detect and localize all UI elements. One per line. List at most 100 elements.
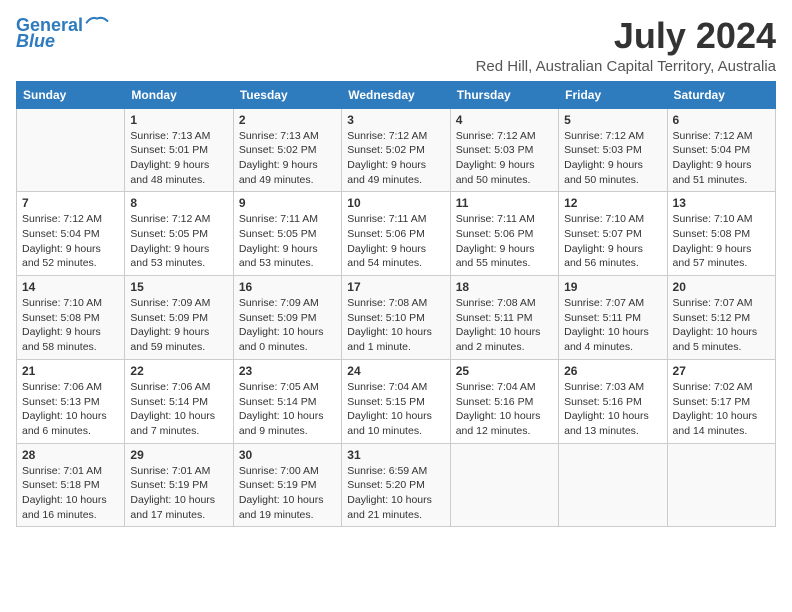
week-row-2: 7 Sunrise: 7:12 AMSunset: 5:04 PMDaylight… <box>17 192 776 276</box>
calendar-cell: 26 Sunrise: 7:03 AMSunset: 5:16 PMDayligh… <box>559 359 667 443</box>
calendar-cell: 1Sunrise: 7:13 AMSunset: 5:01 PMDaylight… <box>125 108 233 192</box>
calendar-table: SundayMondayTuesdayWednesdayThursdayFrid… <box>16 81 776 528</box>
calendar-cell: 12 Sunrise: 7:10 AMSunset: 5:07 PMDayligh… <box>559 192 667 276</box>
day-number: 28 <box>22 448 119 462</box>
day-info: Sunrise: 7:08 AMSunset: 5:10 PMDaylight:… <box>347 296 444 355</box>
day-number: 30 <box>239 448 336 462</box>
calendar-cell: 2Sunrise: 7:13 AMSunset: 5:02 PMDaylight… <box>233 108 341 192</box>
logo-text2: Blue <box>16 32 55 52</box>
calendar-cell: 15 Sunrise: 7:09 AMSunset: 5:09 PMDayligh… <box>125 276 233 360</box>
day-info: Sunrise: 7:06 AMSunset: 5:13 PMDaylight:… <box>22 380 119 439</box>
day-info: Sunrise: 7:11 AMSunset: 5:06 PMDaylight:… <box>347 212 444 271</box>
day-number: 3 <box>347 113 444 127</box>
day-info: Sunrise: 7:12 AMSunset: 5:04 PMDaylight:… <box>673 129 770 188</box>
day-number: 15 <box>130 280 227 294</box>
calendar-cell: 23 Sunrise: 7:05 AMSunset: 5:14 PMDayligh… <box>233 359 341 443</box>
day-info: Sunrise: 7:08 AMSunset: 5:11 PMDaylight:… <box>456 296 553 355</box>
day-number: 9 <box>239 196 336 210</box>
day-number: 6 <box>673 113 770 127</box>
calendar-cell: 6 Sunrise: 7:12 AMSunset: 5:04 PMDaylight… <box>667 108 775 192</box>
logo: General Blue <box>16 16 109 52</box>
calendar-cell: 29 Sunrise: 7:01 AMSunset: 5:19 PMDayligh… <box>125 443 233 527</box>
day-number: 12 <box>564 196 661 210</box>
calendar-cell: 3Sunrise: 7:12 AMSunset: 5:02 PMDaylight… <box>342 108 450 192</box>
day-number: 7 <box>22 196 119 210</box>
day-number: 1 <box>130 113 227 127</box>
day-info: Sunrise: 7:07 AMSunset: 5:11 PMDaylight:… <box>564 296 661 355</box>
day-number: 22 <box>130 364 227 378</box>
week-row-1: 1Sunrise: 7:13 AMSunset: 5:01 PMDaylight… <box>17 108 776 192</box>
day-number: 25 <box>456 364 553 378</box>
calendar-cell: 18Sunrise: 7:08 AMSunset: 5:11 PMDayligh… <box>450 276 558 360</box>
day-info: Sunrise: 7:11 AMSunset: 5:06 PMDaylight:… <box>456 212 553 271</box>
day-info: Sunrise: 7:10 AMSunset: 5:07 PMDaylight:… <box>564 212 661 271</box>
day-number: 21 <box>22 364 119 378</box>
day-info: Sunrise: 7:07 AMSunset: 5:12 PMDaylight:… <box>673 296 770 355</box>
calendar-cell <box>450 443 558 527</box>
calendar-cell: 7 Sunrise: 7:12 AMSunset: 5:04 PMDaylight… <box>17 192 125 276</box>
calendar-cell: 19 Sunrise: 7:07 AMSunset: 5:11 PMDayligh… <box>559 276 667 360</box>
week-row-3: 14 Sunrise: 7:10 AMSunset: 5:08 PMDayligh… <box>17 276 776 360</box>
day-number: 19 <box>564 280 661 294</box>
day-info: Sunrise: 7:01 AMSunset: 5:18 PMDaylight:… <box>22 464 119 523</box>
calendar-cell: 5 Sunrise: 7:12 AMSunset: 5:03 PMDaylight… <box>559 108 667 192</box>
calendar-cell: 31Sunrise: 6:59 AMSunset: 5:20 PMDayligh… <box>342 443 450 527</box>
day-number: 17 <box>347 280 444 294</box>
day-info: Sunrise: 7:13 AMSunset: 5:02 PMDaylight:… <box>239 129 336 188</box>
month-title: July 2024 <box>476 16 776 56</box>
week-row-5: 28 Sunrise: 7:01 AMSunset: 5:18 PMDayligh… <box>17 443 776 527</box>
day-info: Sunrise: 7:04 AMSunset: 5:15 PMDaylight:… <box>347 380 444 439</box>
day-number: 23 <box>239 364 336 378</box>
calendar-cell: 20Sunrise: 7:07 AMSunset: 5:12 PMDayligh… <box>667 276 775 360</box>
calendar-cell: 4 Sunrise: 7:12 AMSunset: 5:03 PMDaylight… <box>450 108 558 192</box>
weekday-header-thursday: Thursday <box>450 81 558 108</box>
day-info: Sunrise: 7:09 AMSunset: 5:09 PMDaylight:… <box>239 296 336 355</box>
day-number: 26 <box>564 364 661 378</box>
day-info: Sunrise: 7:03 AMSunset: 5:16 PMDaylight:… <box>564 380 661 439</box>
calendar-cell: 21 Sunrise: 7:06 AMSunset: 5:13 PMDayligh… <box>17 359 125 443</box>
day-number: 4 <box>456 113 553 127</box>
day-number: 5 <box>564 113 661 127</box>
week-row-4: 21 Sunrise: 7:06 AMSunset: 5:13 PMDayligh… <box>17 359 776 443</box>
day-number: 16 <box>239 280 336 294</box>
day-info: Sunrise: 7:12 AMSunset: 5:03 PMDaylight:… <box>564 129 661 188</box>
calendar-cell <box>559 443 667 527</box>
day-info: Sunrise: 7:12 AMSunset: 5:04 PMDaylight:… <box>22 212 119 271</box>
location-title: Red Hill, Australian Capital Territory, … <box>476 58 776 75</box>
day-info: Sunrise: 7:01 AMSunset: 5:19 PMDaylight:… <box>130 464 227 523</box>
page-header: General Blue July 2024 Red Hill, Austral… <box>16 16 776 75</box>
calendar-cell <box>667 443 775 527</box>
calendar-cell: 24Sunrise: 7:04 AMSunset: 5:15 PMDayligh… <box>342 359 450 443</box>
day-info: Sunrise: 7:12 AMSunset: 5:05 PMDaylight:… <box>130 212 227 271</box>
day-info: Sunrise: 7:00 AMSunset: 5:19 PMDaylight:… <box>239 464 336 523</box>
calendar-cell: 22 Sunrise: 7:06 AMSunset: 5:14 PMDayligh… <box>125 359 233 443</box>
calendar-cell: 13 Sunrise: 7:10 AMSunset: 5:08 PMDayligh… <box>667 192 775 276</box>
day-info: Sunrise: 7:02 AMSunset: 5:17 PMDaylight:… <box>673 380 770 439</box>
calendar-cell: 9 Sunrise: 7:11 AMSunset: 5:05 PMDaylight… <box>233 192 341 276</box>
weekday-header-sunday: Sunday <box>17 81 125 108</box>
day-number: 29 <box>130 448 227 462</box>
day-info: Sunrise: 7:05 AMSunset: 5:14 PMDaylight:… <box>239 380 336 439</box>
weekday-header-monday: Monday <box>125 81 233 108</box>
day-info: Sunrise: 6:59 AMSunset: 5:20 PMDaylight:… <box>347 464 444 523</box>
weekday-header-tuesday: Tuesday <box>233 81 341 108</box>
day-info: Sunrise: 7:10 AMSunset: 5:08 PMDaylight:… <box>673 212 770 271</box>
day-info: Sunrise: 7:09 AMSunset: 5:09 PMDaylight:… <box>130 296 227 355</box>
day-number: 8 <box>130 196 227 210</box>
day-info: Sunrise: 7:06 AMSunset: 5:14 PMDaylight:… <box>130 380 227 439</box>
title-block: July 2024 Red Hill, Australian Capital T… <box>476 16 776 75</box>
calendar-cell: 14 Sunrise: 7:10 AMSunset: 5:08 PMDayligh… <box>17 276 125 360</box>
day-number: 13 <box>673 196 770 210</box>
weekday-header-wednesday: Wednesday <box>342 81 450 108</box>
calendar-cell: 16 Sunrise: 7:09 AMSunset: 5:09 PMDayligh… <box>233 276 341 360</box>
weekday-header-row: SundayMondayTuesdayWednesdayThursdayFrid… <box>17 81 776 108</box>
calendar-cell: 8 Sunrise: 7:12 AMSunset: 5:05 PMDaylight… <box>125 192 233 276</box>
day-info: Sunrise: 7:10 AMSunset: 5:08 PMDaylight:… <box>22 296 119 355</box>
calendar-cell: 11Sunrise: 7:11 AMSunset: 5:06 PMDayligh… <box>450 192 558 276</box>
calendar-cell: 25 Sunrise: 7:04 AMSunset: 5:16 PMDayligh… <box>450 359 558 443</box>
day-number: 14 <box>22 280 119 294</box>
day-info: Sunrise: 7:11 AMSunset: 5:05 PMDaylight:… <box>239 212 336 271</box>
day-info: Sunrise: 7:12 AMSunset: 5:03 PMDaylight:… <box>456 129 553 188</box>
day-info: Sunrise: 7:04 AMSunset: 5:16 PMDaylight:… <box>456 380 553 439</box>
day-number: 27 <box>673 364 770 378</box>
